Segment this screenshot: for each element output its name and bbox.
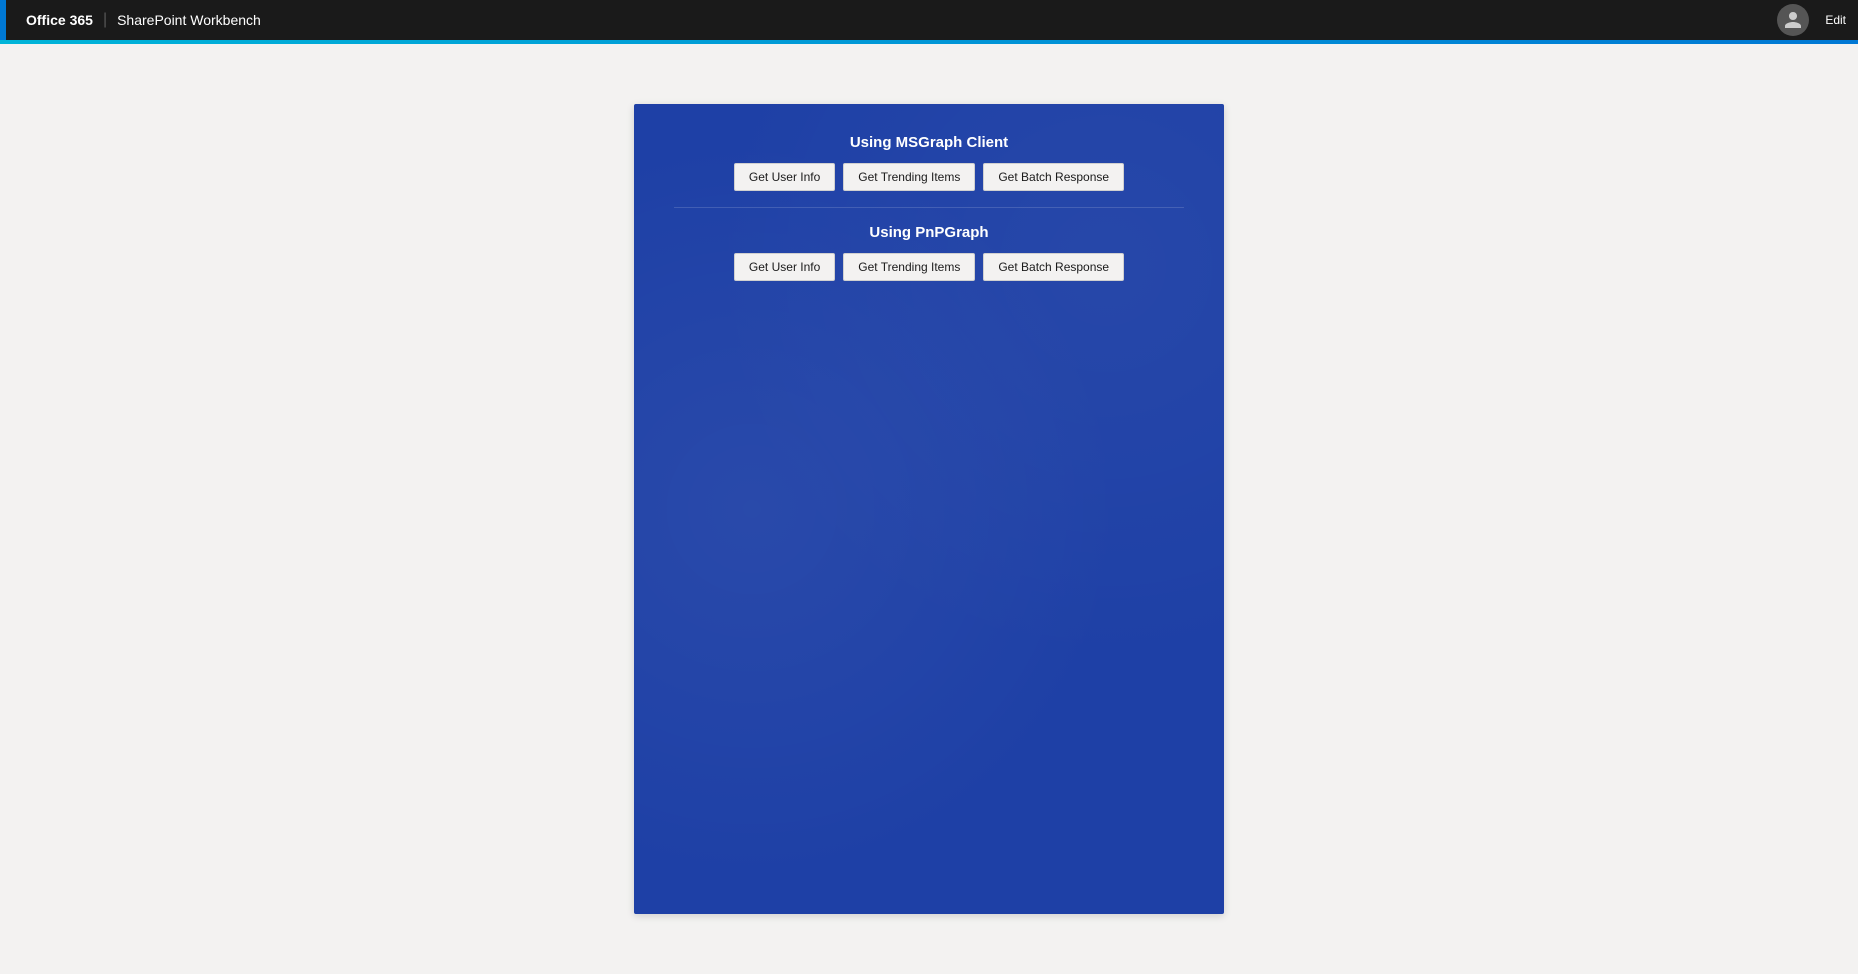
msgraph-section-title: Using MSGraph Client bbox=[674, 134, 1184, 151]
edit-label[interactable]: Edit bbox=[1825, 13, 1846, 27]
brand-bar bbox=[0, 0, 6, 40]
msgraph-button-group: Get User Info Get Trending Items Get Bat… bbox=[734, 163, 1124, 191]
pnpgraph-get-batch-response-button[interactable]: Get Batch Response bbox=[983, 253, 1124, 281]
nav-divider: | bbox=[103, 11, 107, 29]
user-icon bbox=[1783, 10, 1803, 30]
top-navigation: Office 365 | SharePoint Workbench Edit bbox=[0, 0, 1858, 40]
office365-label: Office 365 bbox=[26, 12, 93, 28]
msgraph-get-batch-response-button[interactable]: Get Batch Response bbox=[983, 163, 1124, 191]
webpart-card: Using MSGraph Client Get User Info Get T… bbox=[634, 104, 1224, 914]
avatar[interactable] bbox=[1777, 4, 1809, 36]
pnpgraph-get-trending-items-button[interactable]: Get Trending Items bbox=[843, 253, 975, 281]
section-divider bbox=[674, 207, 1184, 208]
nav-right-section: Edit bbox=[1777, 4, 1846, 36]
msgraph-get-user-info-button[interactable]: Get User Info bbox=[734, 163, 835, 191]
pnpgraph-get-user-info-button[interactable]: Get User Info bbox=[734, 253, 835, 281]
msgraph-get-trending-items-button[interactable]: Get Trending Items bbox=[843, 163, 975, 191]
pnpgraph-button-group: Get User Info Get Trending Items Get Bat… bbox=[734, 253, 1124, 281]
main-content: Using MSGraph Client Get User Info Get T… bbox=[0, 44, 1858, 974]
workbench-label: SharePoint Workbench bbox=[117, 12, 261, 28]
pnpgraph-section-title: Using PnPGraph bbox=[674, 224, 1184, 241]
